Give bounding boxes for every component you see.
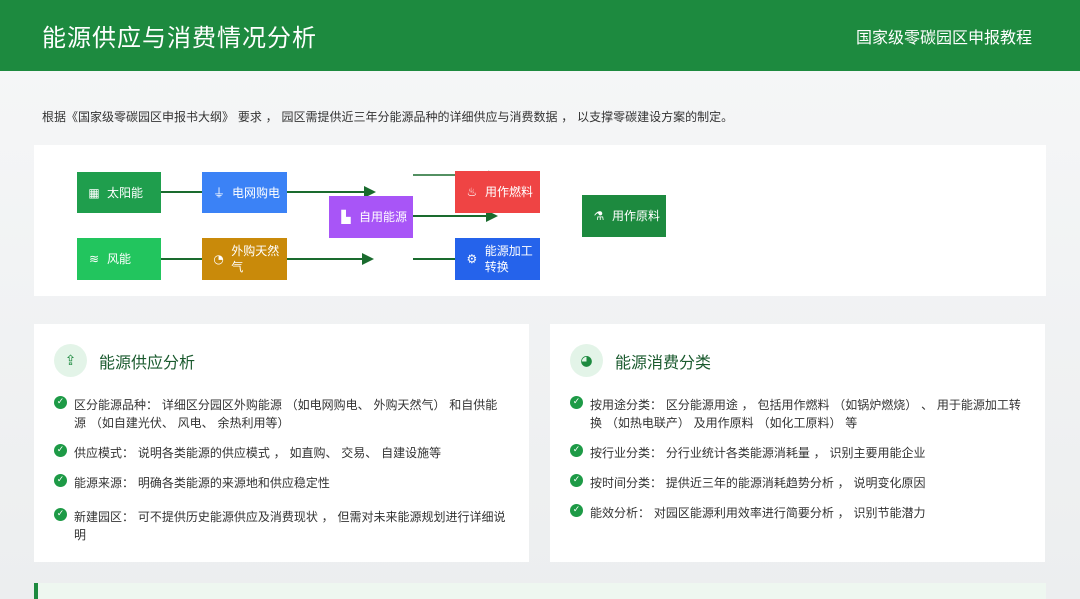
energy-flow-diagram: ▦ 太阳能 ≋ 风能 ⏚ 电网购电 ◔ 外购天然气 ▙ 自用能源 ♨ 用作燃料 … xyxy=(34,145,1046,296)
list-item: ✓ 新建园区： 可不提供历史能源供应及消费现状 ， 但需对未来能源规划进行详细说… xyxy=(54,508,507,544)
pie-chart-icon: ◕ xyxy=(570,344,603,377)
consumption-card-header: ◕ 能源消费分类 xyxy=(570,344,711,377)
node-grid-label: 电网购电 xyxy=(232,185,281,200)
list-item: ✓ 能效分析： 对园区能源利用效率进行简要分析 ， 识别节能潜力 xyxy=(570,504,1023,522)
node-gas: ◔ 外购天然气 xyxy=(202,238,287,280)
node-fuel-label: 用作燃料 xyxy=(485,185,534,199)
flow-arrows xyxy=(161,170,498,265)
node-gas-label: 外购天然气 xyxy=(231,244,280,274)
consumption-card-title: 能源消费分类 xyxy=(615,352,712,372)
node-solar: ▦ 太阳能 xyxy=(77,172,161,213)
node-self: ▙ 自用能源 xyxy=(329,196,413,238)
solar-panel-icon: ▦ xyxy=(88,185,100,200)
list-item: ✓ 能源来源： 明确各类能源的来源地和供应稳定性 xyxy=(54,474,507,492)
list-item: ✓ 按用途分类： 区分能源用途 ， 包括用作燃料 （如锅炉燃烧） 、 用于能源加… xyxy=(570,396,1023,432)
header-bar: 能源供应与消费情况分析 国家级零碳园区申报教程 xyxy=(0,0,1080,71)
node-self-label: 自用能源 xyxy=(359,210,408,224)
node-raw: ⚗ 用作原料 xyxy=(582,195,666,237)
gears-icon: ⚙ xyxy=(466,252,478,266)
supply-card: ⇪ 能源供应分析 ✓ 区分能源品种： 详细区分园区外购能源 （如电网购电、 外购… xyxy=(34,324,529,562)
check-icon: ✓ xyxy=(54,396,67,409)
factory-icon: ▙ xyxy=(341,210,351,224)
node-grid: ⏚ 电网购电 xyxy=(202,172,287,213)
flame-icon: ♨ xyxy=(466,185,478,199)
node-wind-label: 风能 xyxy=(107,252,132,266)
bottom-panel-edge xyxy=(34,583,1046,599)
check-icon: ✓ xyxy=(54,444,67,457)
list-item: ✓ 区分能源品种： 详细区分园区外购能源 （如电网购电、 外购天然气） 和自供能… xyxy=(54,396,507,432)
node-wind: ≋ 风能 xyxy=(77,238,161,280)
gas-icon: ◔ xyxy=(213,252,224,266)
check-icon: ✓ xyxy=(570,504,583,517)
list-item: ✓ 按时间分类： 提供近三年的能源消耗趋势分析 ， 说明变化原因 xyxy=(570,474,1023,492)
brand-label: 国家级零碳园区申报教程 xyxy=(855,27,1032,47)
node-convert-label: 能源加工转换 xyxy=(484,244,533,274)
flask-icon: ⚗ xyxy=(593,209,605,223)
plug-icon: ⏚ xyxy=(212,185,225,200)
supply-card-title: 能源供应分析 xyxy=(99,352,196,372)
node-raw-label: 用作原料 xyxy=(612,209,661,223)
list-item: ✓ 按行业分类： 分行业统计各类能源消耗量 ， 识别主要用能企业 xyxy=(570,444,1023,462)
check-icon: ✓ xyxy=(570,444,583,457)
upload-icon: ⇪ xyxy=(54,344,87,377)
node-fuel: ♨ 用作燃料 xyxy=(455,171,540,213)
consumption-card: ◕ 能源消费分类 ✓ 按用途分类： 区分能源用途 ， 包括用作燃料 （如锅炉燃烧… xyxy=(550,324,1045,562)
supply-card-header: ⇪ 能源供应分析 xyxy=(54,344,195,377)
intro-text: 根据《国家级零碳园区申报书大纲》 要求 ， 园区需提供近三年分能源品种的详细供应… xyxy=(42,110,734,124)
list-item: ✓ 供应模式： 说明各类能源的供应模式 ， 如直购、 交易、 自建设施等 xyxy=(54,444,507,462)
page-title: 能源供应与消费情况分析 xyxy=(42,24,317,52)
check-icon: ✓ xyxy=(570,396,583,409)
check-icon: ✓ xyxy=(570,474,583,487)
check-icon: ✓ xyxy=(54,508,67,521)
wind-icon: ≋ xyxy=(88,252,100,266)
check-icon: ✓ xyxy=(54,474,67,487)
node-convert: ⚙ 能源加工转换 xyxy=(455,238,540,280)
node-solar-label: 太阳能 xyxy=(107,185,144,200)
